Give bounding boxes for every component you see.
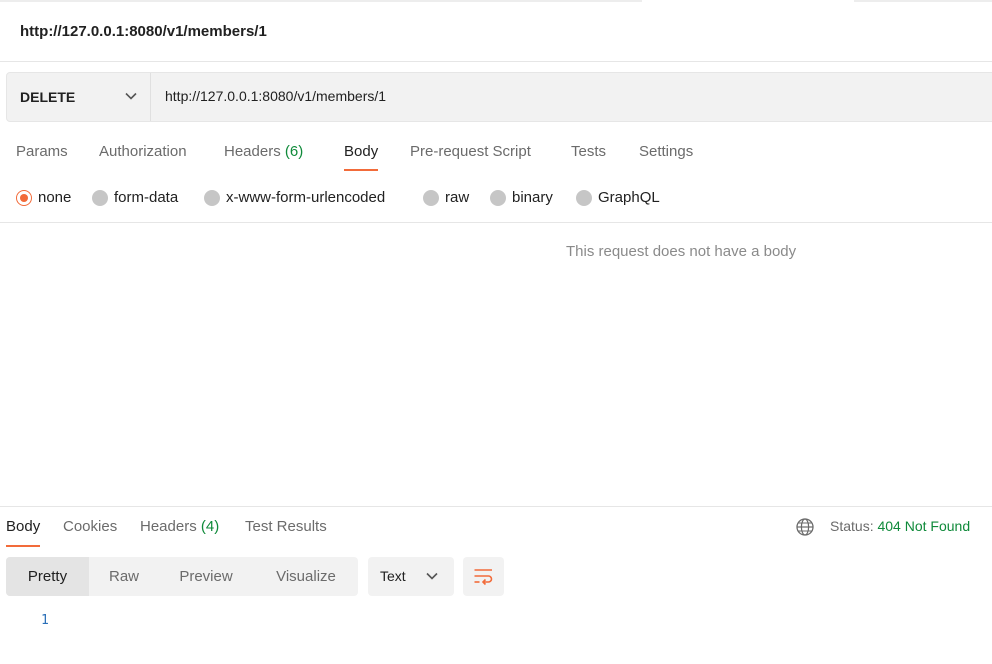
tab-settings[interactable]: Settings [639, 143, 693, 160]
url-input[interactable]: http://127.0.0.1:8080/v1/members/1 [165, 88, 386, 104]
request-tabs: Params Authorization Headers (6) Body Pr… [0, 138, 992, 174]
body-type-raw-label: raw [445, 189, 470, 206]
tab-headers-count: (6) [284, 143, 304, 160]
body-type-none-label: none [38, 189, 72, 206]
radio-icon[interactable] [204, 189, 220, 206]
method-dropdown[interactable]: DELETE [7, 73, 151, 121]
response-tab-test-results[interactable]: Test Results [245, 518, 327, 535]
tab-body-label: Body [344, 143, 379, 160]
body-type-binary-label: binary [512, 189, 553, 206]
body-type-graphql[interactable]: GraphQL [576, 189, 660, 206]
response-divider[interactable] [0, 506, 992, 507]
wrap-lines-icon [474, 569, 493, 586]
format-label: Text [380, 568, 406, 584]
chevron-down-icon [426, 572, 438, 580]
status-label: Status: [830, 518, 874, 534]
status-value[interactable]: 404 Not Found [877, 518, 970, 534]
body-type-options: none form-data x-www-form-urlencoded raw… [0, 184, 992, 212]
body-type-graphql-label: GraphQL [598, 189, 660, 206]
body-type-urlencoded[interactable]: x-www-form-urlencoded [204, 189, 385, 206]
globe-icon[interactable] [795, 517, 815, 537]
tab-pre-request-script[interactable]: Pre-request Script [410, 143, 531, 160]
tab-params[interactable]: Params [16, 143, 68, 160]
chevron-down-icon [125, 92, 137, 100]
request-url-bar: DELETE http://127.0.0.1:8080/v1/members/… [6, 72, 992, 122]
body-type-binary[interactable]: binary [490, 189, 553, 206]
view-preview-button[interactable]: Preview [163, 557, 249, 596]
response-tab-body-label: Body [6, 518, 41, 535]
body-type-raw[interactable]: raw [423, 189, 469, 206]
editor-line-number: 1 [41, 613, 49, 628]
divider [0, 222, 992, 223]
active-tab-underline [6, 545, 41, 547]
body-type-form-data[interactable]: form-data [92, 189, 178, 206]
tab-tests[interactable]: Tests [571, 143, 606, 160]
tab-body[interactable]: Body [344, 143, 379, 171]
response-tab-headers-count: (4) [200, 518, 220, 535]
tab-authorization[interactable]: Authorization [99, 143, 187, 160]
body-type-none[interactable]: none [16, 189, 71, 206]
radio-icon[interactable] [490, 189, 506, 206]
view-raw-button[interactable]: Raw [95, 557, 153, 596]
response-tab-headers-label: Headers [140, 518, 197, 535]
format-dropdown[interactable]: Text [368, 557, 454, 596]
active-tab-underline [344, 169, 379, 171]
response-tab-headers[interactable]: Headers (4) [140, 518, 219, 535]
view-pretty-button[interactable]: Pretty [6, 557, 89, 596]
request-title[interactable]: http://127.0.0.1:8080/v1/members/1 [20, 23, 267, 40]
response-tab-body[interactable]: Body [6, 518, 41, 547]
tab-headers-label: Headers [224, 143, 281, 160]
radio-icon[interactable] [423, 189, 439, 206]
view-visualize-button[interactable]: Visualize [256, 557, 356, 596]
body-type-form-data-label: form-data [114, 189, 179, 206]
body-type-urlencoded-label: x-www-form-urlencoded [226, 189, 386, 206]
response-tab-cookies[interactable]: Cookies [63, 518, 117, 535]
radio-icon[interactable] [92, 189, 108, 206]
wrap-lines-button[interactable] [463, 557, 504, 596]
request-title-bar: http://127.0.0.1:8080/v1/members/1 [0, 2, 992, 62]
response-view-modes: Pretty Raw Preview Visualize [6, 557, 358, 596]
method-label: DELETE [20, 89, 76, 105]
tab-headers[interactable]: Headers (6) [224, 143, 303, 160]
response-status: Status: 404 Not Found [830, 518, 970, 534]
radio-icon[interactable] [576, 189, 592, 206]
empty-body-message: This request does not have a body [566, 243, 797, 260]
radio-selected-icon[interactable] [16, 189, 32, 206]
